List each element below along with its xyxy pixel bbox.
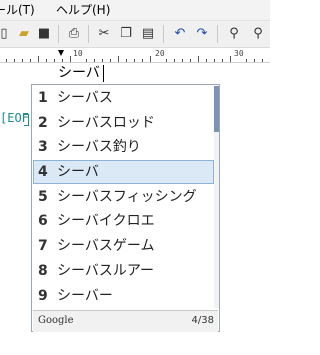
ruler-tick [206,59,207,62]
suggestions-footer: Google 4/38 [33,310,218,332]
autocomplete-dropdown: 1 シーバス 2 シーバスロッド 3 シーバス釣り 4 シーバ 5 シーバスフィ… [31,84,220,332]
ruler-tick [30,59,31,62]
save-icon[interactable]: ■ [34,24,54,44]
toolbar-separator [88,25,89,43]
paste-icon[interactable]: ▤ [138,24,158,44]
suggestion-text: シーバス [57,90,113,106]
ruler-tick [86,59,87,62]
suggestion-index: 9 [38,288,48,304]
new-document-icon[interactable]: ▯ [0,24,14,44]
position-counter: 4/38 [191,315,214,326]
ruler-tick [190,59,191,62]
redo-icon[interactable]: ↷ [192,24,212,44]
ruler-tick [70,56,71,62]
ruler-tick [166,59,167,62]
provider-label: Google [38,315,74,326]
ruler-tick [230,56,231,62]
ruler-label: 30 [234,49,244,58]
find-icon[interactable]: ⚲ [224,24,244,44]
editor-typed-text[interactable]: シーバ [58,63,100,83]
ruler-tick [102,59,103,62]
suggestion-text: シーバ [57,164,99,180]
toolbar-separator [58,25,59,43]
toolbar-separator [163,25,164,43]
menu-tools[interactable]: ール(T) [0,0,35,20]
suggestion-text: シーバス釣り [57,139,141,155]
ruler-tick [134,59,135,62]
ruler-tick [126,59,127,62]
toolbar-separator [217,25,218,43]
ruler-tick [214,59,215,62]
suggestion-text: シーバー [57,288,113,304]
suggestion-text: シーバイクロエ [57,213,155,229]
ruler: 10 20 30 [0,48,270,63]
ruler-tick [198,56,199,62]
suggestion-text: シーバスルアー [57,263,155,279]
suggestion-index: 1 [38,90,48,106]
cut-icon[interactable]: ✂ [94,24,114,44]
ruler-tick [118,56,119,62]
suggestion-item[interactable]: 9 シーバー [33,284,214,308]
copy-icon[interactable]: ❐ [116,24,136,44]
suggestion-index: 2 [38,115,48,131]
replace-icon[interactable]: ⚲ [248,24,268,44]
suggestion-item[interactable]: 2 シーバスロッド [33,111,214,135]
ruler-tick [142,59,143,62]
suggestion-text: シーバスロッド [57,115,155,131]
suggestion-index: 3 [38,139,48,155]
ruler-label: 10 [73,49,83,58]
ruler-label: 20 [155,49,165,58]
suggestions-scrollbar[interactable] [214,86,219,308]
ruler-tick [38,56,39,62]
suggestion-item[interactable]: 5 シーバスフィッシング [33,185,214,209]
suggestion-item[interactable]: 1 シーバス [33,86,214,110]
ruler-caret-marker [58,50,64,56]
scrollbar-thumb[interactable] [214,86,219,132]
toolbar: ▯ ▰ ■ ⎙ ✂ ❐ ▤ ↶ ↷ ⚲ ⚲ [0,21,270,48]
undo-icon[interactable]: ↶ [170,24,190,44]
suggestion-item-selected[interactable]: 4 シーバ [33,160,214,184]
menu-help[interactable]: ヘルプ(H) [56,0,110,20]
suggestion-index: 5 [38,189,48,205]
suggestion-index: 6 [38,213,48,229]
suggestion-item[interactable]: 7 シーバスゲーム [33,234,214,258]
ruler-tick [94,59,95,62]
ruler-tick [22,59,23,62]
print-icon[interactable]: ⎙ [64,24,84,44]
ruler-tick [110,59,111,62]
ruler-tick [62,59,63,62]
suggestion-text: シーバスフィッシング [57,189,197,205]
ruler-tick [54,59,55,62]
ruler-tick [182,59,183,62]
ruler-tick [6,59,7,62]
suggestion-item[interactable]: 6 シーバイクロエ [33,209,214,233]
ruler-tick [150,56,151,62]
ruler-tick [254,59,255,62]
suggestion-index: 7 [38,238,48,254]
open-folder-icon[interactable]: ▰ [14,24,34,44]
ruler-tick [174,59,175,62]
ruler-tick [246,59,247,62]
suggestion-index: 4 [38,164,48,180]
eof-bracket [24,114,29,126]
ruler-tick [222,59,223,62]
suggestion-index: 8 [38,263,48,279]
ruler-tick [262,59,263,62]
ruler-tick [14,59,15,62]
suggestion-item[interactable]: 8 シーバスルアー [33,259,214,283]
suggestion-item[interactable]: 3 シーバス釣り [33,135,214,159]
ruler-tick [46,59,47,62]
menubar: ール(T) ヘルプ(H) [0,0,270,21]
suggestion-text: シーバスゲーム [57,238,155,254]
text-caret [103,65,104,82]
